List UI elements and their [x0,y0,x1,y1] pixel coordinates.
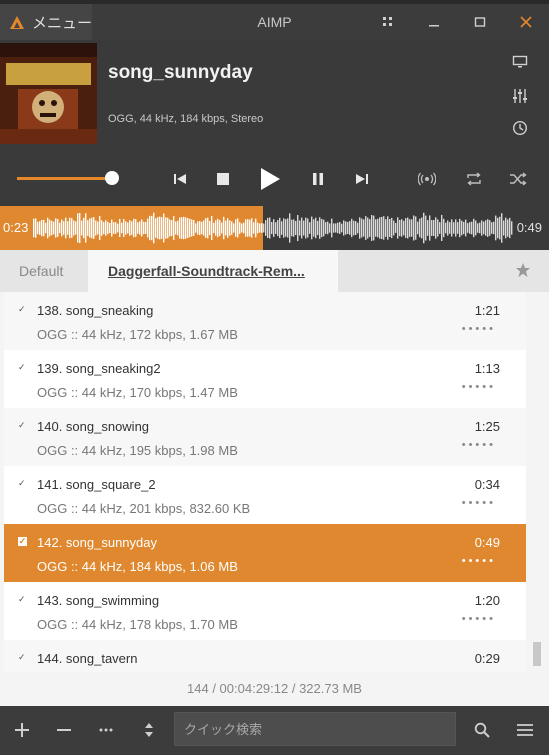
track-duration: 1:25 [474,419,500,434]
track-duration: 1:20 [474,593,500,608]
track-rating-dots[interactable]: ••••• [462,613,496,625]
track-rating-dots[interactable]: ••••• [462,439,496,451]
playlist-row[interactable]: ✓ 144. song_tavern 0:29 [4,640,526,672]
row-checkbox[interactable]: ✓ [18,421,27,430]
elapsed-time: 0:23 [3,220,29,235]
track-rating-dots[interactable]: ••••• [462,381,496,393]
playlist-tabs: Default Daggerfall-Soundtrack-Rem... [0,250,549,292]
close-icon[interactable] [503,4,549,40]
playlist-row[interactable]: ✓ 141. song_square_2 0:34OGG :: 44 kHz, 20… [4,466,526,524]
equalizer-icon[interactable] [510,86,530,106]
total-time: 0:49 [516,220,542,235]
playlist-row-active[interactable]: ✓ 142. song_sunnyday 0:49OGG :: 44 kHz, 18… [4,524,526,582]
track-rating-dots[interactable]: ••••• [462,497,496,509]
main-menu-label: メニュー [32,14,93,32]
track-title: 144. song_tavern [37,651,138,666]
playlist-row[interactable]: ✓ 140. song_snowing 1:25OGG :: 44 kHz, 195… [4,408,526,466]
volume-slider-handle[interactable] [105,171,119,185]
track-info: OGG :: 44 kHz, 178 kbps, 1.70 MB [37,617,238,632]
tab-default[interactable]: Default [0,250,88,292]
track-info: OGG :: 44 kHz, 195 kbps, 1.98 MB [37,443,238,458]
row-checkbox[interactable]: ✓ [18,479,27,488]
sort-icon[interactable] [137,718,161,742]
search-icon[interactable] [470,718,494,742]
row-checkbox[interactable]: ✓ [18,537,27,546]
track-duration: 1:13 [474,361,500,376]
row-checkbox[interactable]: ✓ [18,363,27,372]
add-icon[interactable] [10,718,34,742]
playlist-summary: 144 / 00:04:29:12 / 322.73 MB [0,672,549,706]
playback-controls [0,152,549,206]
playlist-row[interactable]: ✓ 143. song_swimming 1:20OGG :: 44 kHz, 17… [4,582,526,640]
playlist-row[interactable]: ✓ 139. song_sneaking2 1:13OGG :: 44 kHz, 1… [4,350,526,408]
track-duration: 1:21 [474,303,500,318]
quick-search-input[interactable] [175,713,455,745]
minimize-icon[interactable] [411,4,457,40]
album-cover-image [0,43,97,144]
previous-icon[interactable] [170,166,190,192]
remove-icon[interactable] [52,718,76,742]
grid-icon[interactable] [365,4,411,40]
track-duration: 0:34 [474,477,500,492]
row-checkbox[interactable]: ✓ [18,595,27,604]
monitor-icon[interactable] [510,52,530,72]
surround-icon[interactable] [416,166,438,192]
tab-daggerfall[interactable]: Daggerfall-Soundtrack-Rem... [88,250,338,292]
row-checkbox[interactable]: ✓ [18,305,27,314]
track-title: 139. song_sneaking2 [37,361,161,376]
track-info: OGG :: 44 kHz, 170 kbps, 1.47 MB [37,385,238,400]
play-icon[interactable] [257,166,283,192]
clock-icon[interactable] [510,118,530,138]
track-title: 143. song_swimming [37,593,160,608]
playlist-row[interactable]: ✓ 138. song_sneaking 1:21OGG :: 44 kHz, 17… [4,292,526,350]
playlist: ✓ 138. song_sneaking 1:21OGG :: 44 kHz, 17… [0,292,549,672]
more-icon[interactable] [94,718,118,742]
title-bar: メニュー AIMP [0,4,549,40]
track-info: OGG :: 44 kHz, 184 kbps, 1.06 MB [37,559,238,574]
row-checkbox[interactable]: ✓ [18,653,27,662]
track-rating-dots[interactable]: ••••• [462,323,496,335]
track-duration: 0:29 [474,651,500,666]
track-info: OGG :: 44 kHz, 201 kbps, 832.60 KB [37,501,251,516]
track-title: 138. song_sneaking [37,303,154,318]
maximize-icon[interactable] [457,4,503,40]
repeat-icon[interactable] [463,166,485,192]
aimp-logo-icon [10,15,24,29]
waveform-graphic [33,212,513,244]
shuffle-icon[interactable] [507,166,529,192]
menu-icon[interactable] [513,718,537,742]
track-info: OGG :: 44 kHz, 172 kbps, 1.67 MB [37,327,238,342]
volume-slider-track[interactable] [17,177,113,180]
star-icon[interactable] [515,262,531,278]
playlist-scrollbar[interactable] [533,642,541,666]
next-icon[interactable] [352,166,372,192]
now-playing-title: song_sunnyday [108,62,253,83]
now-playing-info: OGG, 44 kHz, 184 kbps, Stereo [108,113,264,125]
quick-search-box[interactable] [174,712,456,746]
track-rating-dots[interactable]: ••••• [462,555,496,567]
pause-icon[interactable] [308,166,328,192]
waveform-seekbar[interactable]: 0:23 0:49 [0,206,549,250]
stop-icon[interactable] [213,166,233,192]
track-title: 141. song_square_2 [37,477,156,492]
main-menu-button[interactable]: メニュー [0,4,92,40]
track-duration: 0:49 [474,535,500,550]
bottom-toolbar [0,706,549,755]
track-title: 140. song_snowing [37,419,150,434]
track-title: 142. song_sunnyday [37,535,157,550]
now-playing-panel: song_sunnyday OGG, 44 kHz, 184 kbps, Ste… [0,40,549,152]
